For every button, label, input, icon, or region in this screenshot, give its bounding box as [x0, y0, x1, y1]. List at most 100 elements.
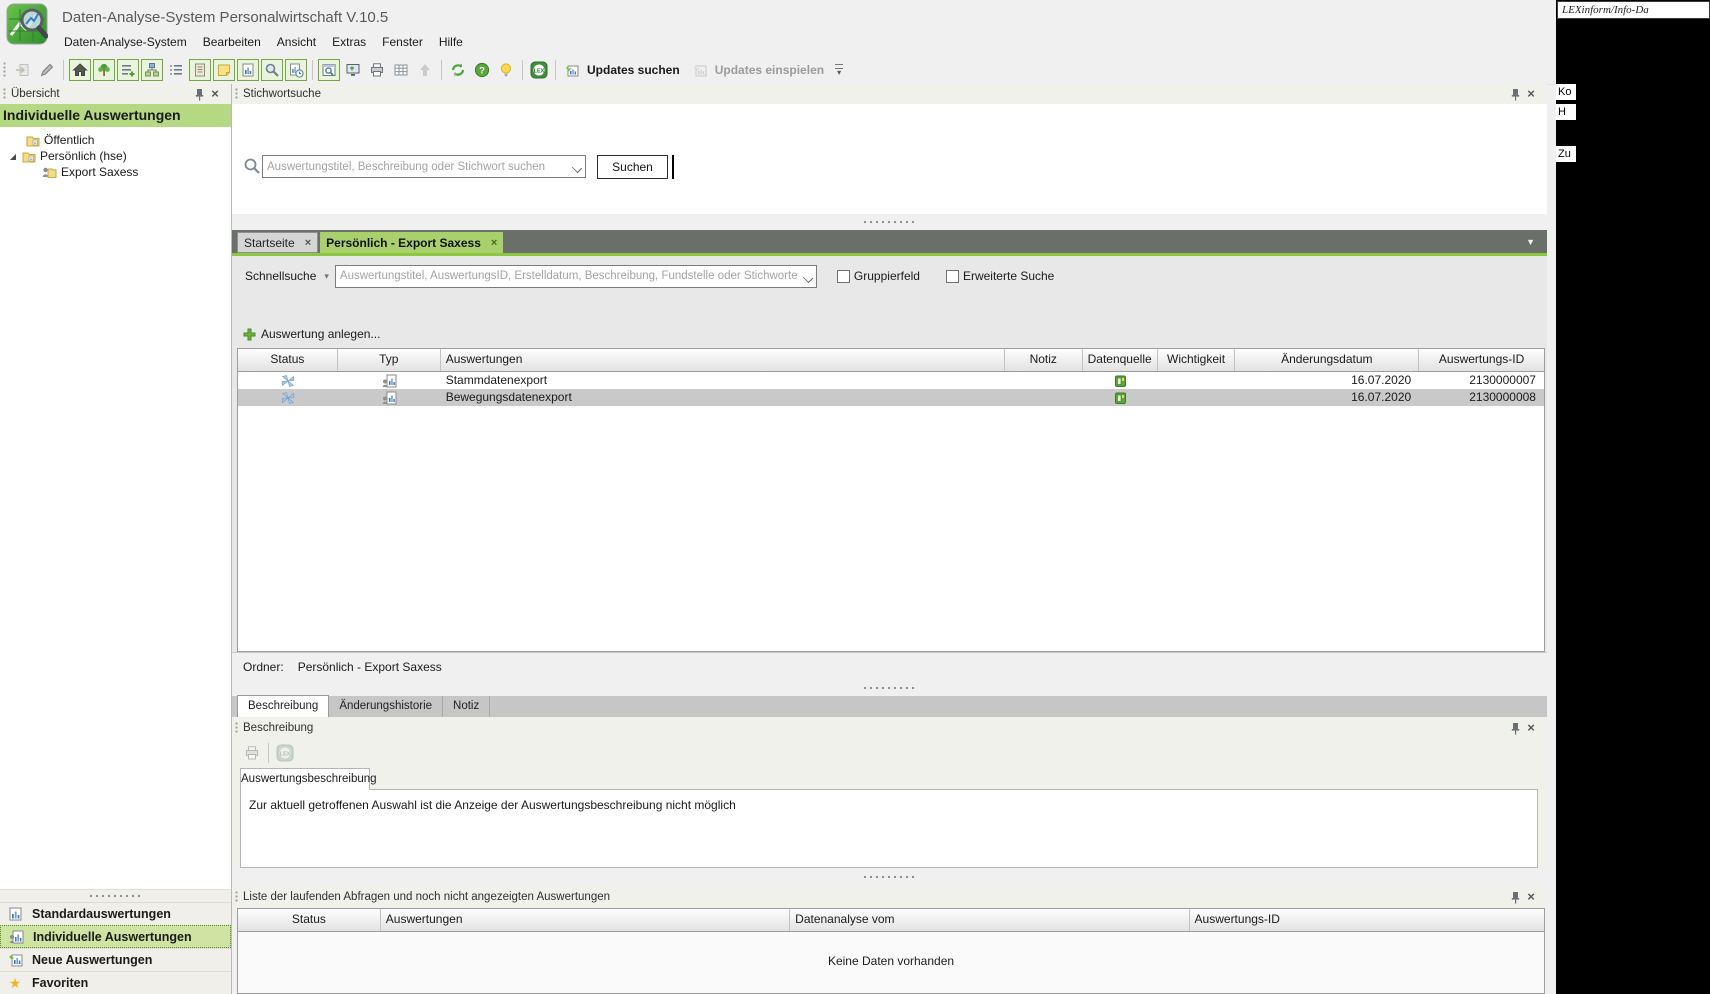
cell-auswertung: Bewegungsdatenexport	[441, 389, 1005, 406]
toolbar-overflow-button[interactable]: ▾	[832, 59, 846, 81]
column-header-auswertungs-id[interactable]: Auswertungs-ID	[1419, 349, 1544, 371]
toolbar-grip[interactable]	[3, 62, 8, 78]
home-button[interactable]	[69, 59, 91, 81]
panel-grip[interactable]	[235, 891, 240, 903]
erweiterte-suche-checkbox[interactable]	[946, 270, 959, 283]
gruppierfeld-checkbox[interactable]	[837, 270, 850, 283]
table-row-stammdatenexport[interactable]: Stammdatenexport 16.07.2020 2130000007	[238, 372, 1544, 389]
schnellsuche-label[interactable]: Schnellsuche	[245, 269, 316, 283]
tree-item-oeffentlich[interactable]: Öffentlich	[0, 132, 231, 148]
beschreibung-pin-button[interactable]	[1507, 720, 1523, 736]
tab-label: Startseite	[244, 236, 295, 250]
queue-column-auswertungen[interactable]: Auswertungen	[381, 909, 790, 931]
chart-history-button[interactable]	[285, 59, 307, 81]
search-button-toolbar[interactable]	[261, 59, 283, 81]
table-grid-icon	[393, 62, 409, 78]
preview-button[interactable]	[318, 59, 340, 81]
nav-favoriten[interactable]: ★ Favoriten	[0, 971, 231, 994]
lexinform-description-button[interactable]: LEX	[274, 742, 296, 764]
tab-close-icon[interactable]: ×	[491, 237, 497, 249]
tab-startseite[interactable]: Startseite ×	[237, 232, 318, 253]
monitor-button[interactable]	[342, 59, 364, 81]
detail-tab-notiz[interactable]: Notiz	[443, 696, 490, 717]
stichwortsuche-close-icon[interactable]: ×	[1523, 86, 1539, 102]
sidebar-header: Übersicht ×	[0, 84, 231, 104]
panel-grip[interactable]	[235, 88, 240, 100]
tree-item-persoenlich[interactable]: ◢ Persönlich (hse)	[0, 148, 231, 164]
edit-button[interactable]	[36, 59, 58, 81]
numbered-list-button[interactable]	[165, 59, 187, 81]
menu-fenster[interactable]: Fenster	[374, 31, 431, 53]
schnellsuche-caret-icon[interactable]: ▾	[324, 271, 329, 282]
queue-column-datenanalyse-vom[interactable]: Datenanalyse vom	[790, 909, 1189, 931]
updates-suchen-button[interactable]	[561, 59, 583, 81]
tab-list-dropdown-icon[interactable]: ▼	[1526, 237, 1535, 247]
refresh-button[interactable]	[447, 59, 469, 81]
updates-suchen-label[interactable]: Updates suchen	[587, 63, 680, 77]
hierarchy-button[interactable]	[141, 59, 163, 81]
column-header-status[interactable]: Status	[238, 349, 338, 371]
sidebar-header-grip[interactable]	[3, 88, 8, 100]
table-row-bewegungsdatenexport[interactable]: Bewegungsdatenexport 16.07.2020 21300000…	[238, 389, 1544, 406]
horizontal-splitter[interactable]	[232, 214, 1547, 230]
updates-einspielen-label[interactable]: Updates einspielen	[715, 63, 824, 77]
column-header-auswertungen[interactable]: Auswertungen	[441, 349, 1005, 371]
erweiterte-suche-label[interactable]: Erweiterte Suche	[963, 269, 1054, 283]
tree-view-button[interactable]	[93, 59, 115, 81]
updates-einspielen-button[interactable]	[689, 59, 711, 81]
tab-persoenlich-export-saxess[interactable]: Persönlich - Export Saxess ×	[320, 232, 503, 253]
lexinform-button[interactable]: LEX	[528, 59, 550, 81]
column-header-notiz[interactable]: Notiz	[1005, 349, 1083, 371]
tip-button[interactable]	[495, 59, 517, 81]
menu-ansicht[interactable]: Ansicht	[269, 31, 324, 53]
queue-column-status[interactable]: Status	[238, 909, 381, 931]
stichwortsuche-pin-button[interactable]	[1507, 86, 1523, 102]
nav-neue-auswertungen[interactable]: Neue Auswertungen	[0, 948, 231, 971]
create-auswertung-link[interactable]: Auswertung anlegen...	[232, 325, 380, 343]
beschreibung-close-icon[interactable]: ×	[1523, 720, 1539, 736]
report-chart-button[interactable]	[237, 59, 259, 81]
suchen-button[interactable]: Suchen	[597, 155, 668, 179]
menu-extras[interactable]: Extras	[324, 31, 374, 53]
nav-standardauswertungen[interactable]: Standardauswertungen	[0, 902, 231, 925]
quick-search-input[interactable]	[336, 266, 804, 287]
tree-expander-icon[interactable]: ◢	[8, 152, 18, 161]
detail-tab-beschreibung[interactable]: Beschreibung	[237, 695, 329, 717]
queue-close-icon[interactable]: ×	[1523, 889, 1539, 905]
script-button[interactable]	[189, 59, 211, 81]
nav-individuelle-auswertungen[interactable]: Individuelle Auswertungen	[0, 925, 231, 948]
column-header-wichtigkeit[interactable]: Wichtigkeit	[1158, 349, 1236, 371]
panel-grip[interactable]	[235, 722, 240, 734]
menu-bearbeiten[interactable]: Bearbeiten	[195, 31, 269, 53]
queue-pin-button[interactable]	[1507, 889, 1523, 905]
list-add-button[interactable]	[117, 59, 139, 81]
combo-dropdown-icon[interactable]	[572, 163, 582, 173]
menu-hilfe[interactable]: Hilfe	[431, 31, 471, 53]
column-header-datenquelle[interactable]: Datenquelle	[1083, 349, 1158, 371]
horizontal-splitter[interactable]	[232, 868, 1547, 886]
tab-close-icon[interactable]: ×	[305, 237, 311, 249]
move-up-button[interactable]	[414, 59, 436, 81]
stichwort-search-input[interactable]	[263, 156, 573, 177]
import-button[interactable]	[12, 59, 34, 81]
column-header-typ[interactable]: Typ	[338, 349, 441, 371]
sidebar-pin-button[interactable]	[191, 86, 207, 102]
combo-dropdown-icon[interactable]	[803, 272, 813, 282]
beschreibung-content: Zur aktuell getroffenen Auswahl ist die …	[240, 789, 1538, 868]
print-description-button[interactable]	[241, 742, 263, 764]
column-header-aenderungsdatum[interactable]: Änderungsdatum	[1235, 349, 1419, 371]
help-button[interactable]: ?	[471, 59, 493, 81]
note-button[interactable]	[213, 59, 235, 81]
sidebar-close-icon[interactable]: ×	[207, 86, 223, 102]
auswertungsbeschreibung-tab[interactable]: Auswertungsbeschreibung	[240, 768, 370, 790]
right-edge-region: LEXinform/Info-Da Ko H Zu	[1556, 0, 1710, 994]
sidebar-splitter[interactable]	[0, 889, 231, 902]
grid-button[interactable]	[390, 59, 412, 81]
horizontal-splitter[interactable]	[232, 680, 1547, 696]
gruppierfeld-label[interactable]: Gruppierfeld	[854, 269, 920, 283]
queue-column-auswertungs-id[interactable]: Auswertungs-ID	[1190, 909, 1544, 931]
detail-tab-aenderungshistorie[interactable]: Änderungshistorie	[329, 696, 443, 717]
menu-daten-analyse-system[interactable]: Daten-Analyse-System	[56, 31, 195, 53]
tree-item-export-saxess[interactable]: Export Saxess	[0, 164, 231, 180]
print-button[interactable]	[366, 59, 388, 81]
